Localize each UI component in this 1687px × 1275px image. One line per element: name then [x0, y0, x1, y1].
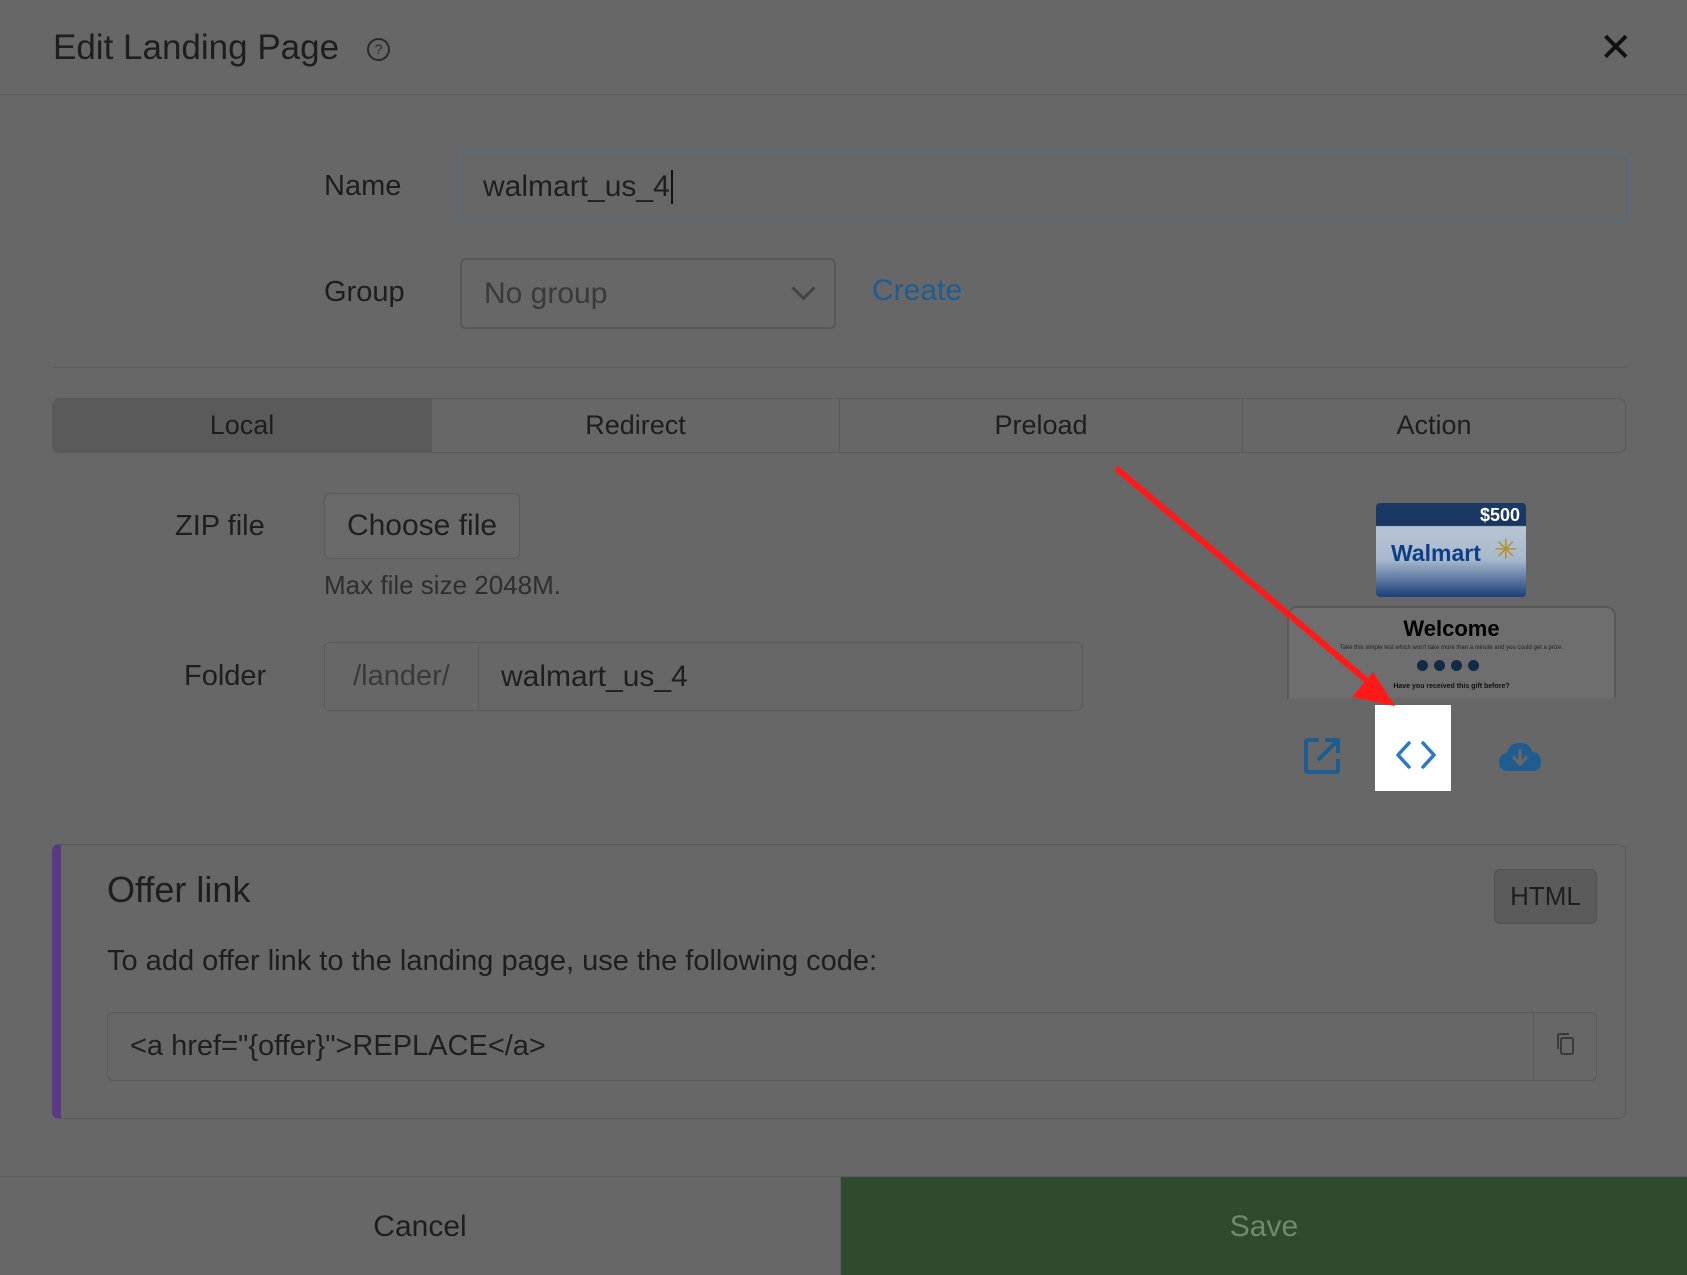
- source-tabs: Local Redirect Preload Action: [52, 398, 1626, 453]
- folder-input-group: /lander/ walmart_us_4: [324, 642, 1083, 711]
- tab-action[interactable]: Action: [1243, 399, 1625, 452]
- cancel-button[interactable]: Cancel: [0, 1177, 841, 1275]
- preview-subtext: Take this simple test which won't take m…: [1339, 645, 1564, 651]
- close-icon[interactable]: ✕: [1599, 28, 1633, 68]
- create-group-link[interactable]: Create: [872, 274, 962, 308]
- preview-question: Have you received this gift before?: [1393, 683, 1510, 690]
- preview-step-dot: [1417, 660, 1428, 671]
- text-caret: [670, 169, 673, 204]
- preview-step-dot: [1434, 660, 1445, 671]
- html-badge[interactable]: HTML: [1494, 869, 1597, 924]
- offer-code-value[interactable]: <a href="{offer}">REPLACE</a>: [108, 1013, 1533, 1080]
- walmart-gift-card-image: $500 Walmart ✳: [1376, 503, 1526, 597]
- folder-prefix: /lander/: [325, 643, 479, 710]
- walmart-spark-icon: ✳: [1494, 534, 1518, 565]
- preview-welcome: Welcome: [1403, 616, 1500, 641]
- preview-step-dot: [1451, 660, 1462, 671]
- offer-code-field: <a href="{offer}">REPLACE</a>: [107, 1012, 1597, 1081]
- name-label: Name: [324, 170, 402, 202]
- modal-title: Edit Landing Page: [53, 28, 340, 67]
- name-input[interactable]: walmart_us_4: [458, 151, 1631, 222]
- folder-label: Folder: [184, 660, 267, 692]
- tab-preload[interactable]: Preload: [840, 399, 1243, 452]
- cloud-download-icon[interactable]: [1497, 740, 1543, 777]
- gift-card-amount: $500: [1479, 505, 1520, 525]
- offer-link-title: Offer link: [107, 869, 251, 910]
- folder-input[interactable]: walmart_us_4: [479, 643, 1082, 710]
- modal-header: Edit Landing Page ? ✕: [0, 0, 1687, 95]
- landing-preview-thumbnail[interactable]: Welcome Take this simple test which won'…: [1287, 606, 1616, 698]
- modal-footer: Cancel Save: [0, 1176, 1687, 1275]
- open-external-icon[interactable]: [1302, 736, 1342, 781]
- gift-card-brand: Walmart: [1391, 540, 1481, 566]
- offer-link-description: To add offer link to the landing page, u…: [107, 945, 878, 977]
- choose-file-button[interactable]: Choose file: [324, 493, 520, 559]
- tab-local[interactable]: Local: [53, 399, 432, 452]
- tab-redirect[interactable]: Redirect: [432, 399, 840, 452]
- preview-step-dot: [1468, 660, 1479, 671]
- code-icon[interactable]: [1395, 738, 1437, 777]
- zip-file-label: ZIP file: [175, 510, 265, 542]
- copy-button[interactable]: [1533, 1013, 1596, 1080]
- section-divider: [53, 367, 1626, 368]
- group-select-value: No group: [484, 276, 608, 310]
- preview-steps: [1417, 660, 1479, 671]
- name-input-value: walmart_us_4: [483, 169, 670, 203]
- offer-link-panel: Offer link HTML To add offer link to the…: [52, 844, 1626, 1119]
- chevron-down-icon: [791, 276, 816, 301]
- save-button[interactable]: Save: [841, 1177, 1687, 1275]
- edit-landing-page-modal: Edit Landing Page ? ✕ Name walmart_us_4 …: [0, 0, 1687, 1275]
- max-file-size-hint: Max file size 2048M.: [324, 570, 561, 600]
- group-label: Group: [324, 276, 405, 308]
- help-icon[interactable]: ?: [367, 38, 390, 61]
- group-select[interactable]: No group: [460, 258, 836, 329]
- copy-icon: [1555, 1032, 1575, 1061]
